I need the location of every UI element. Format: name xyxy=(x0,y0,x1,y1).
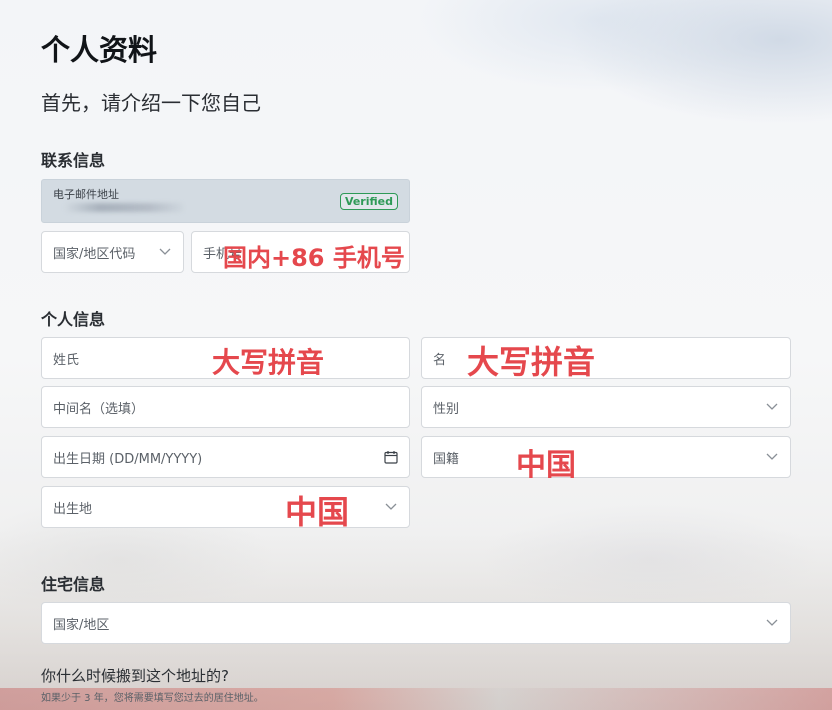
email-label: 电子邮件地址 xyxy=(53,188,119,201)
chevron-down-icon xyxy=(765,450,779,464)
calendar-icon[interactable] xyxy=(384,450,398,464)
country-code-select[interactable]: 国家/地区代码 xyxy=(41,231,184,273)
verified-badge: Verified xyxy=(339,193,398,210)
chevron-down-icon xyxy=(158,245,172,259)
nationality-select[interactable]: 国籍 xyxy=(421,436,791,478)
surname-annotation: 大写拼音 xyxy=(212,346,325,379)
nationality-annotation: 中国 xyxy=(516,448,576,483)
birthplace-annotation: 中国 xyxy=(285,493,350,531)
middle-name-placeholder: 中间名（选填） xyxy=(53,401,145,417)
gender-placeholder: 性别 xyxy=(433,401,460,417)
chevron-down-icon xyxy=(765,616,779,630)
chevron-down-icon xyxy=(384,500,398,514)
gender-select[interactable]: 性别 xyxy=(421,386,791,428)
residence-section-title: 住宅信息 xyxy=(41,575,106,594)
dob-placeholder: 出生日期 (DD/MM/YYYY) xyxy=(53,451,203,467)
country-code-placeholder: 国家/地区代码 xyxy=(53,246,136,262)
given-name-annotation: 大写拼音 xyxy=(467,343,596,381)
move-in-question: 你什么时候搬到这个地址的? xyxy=(41,667,229,685)
phone-annotation: 国内+86 手机号 xyxy=(223,244,405,272)
page-title: 个人资料 xyxy=(41,33,158,67)
email-value-blurred xyxy=(64,203,184,212)
middle-name-input[interactable]: 中间名（选填） xyxy=(41,386,410,428)
page-subtitle: 首先，请介绍一下您自己 xyxy=(41,91,261,115)
email-field: 电子邮件地址 Verified xyxy=(41,179,410,223)
birthplace-select[interactable]: 出生地 xyxy=(41,486,410,528)
move-in-hint: 如果少于 3 年，您将需要填写您过去的居住地址。 xyxy=(41,693,264,704)
chevron-down-icon xyxy=(765,400,779,414)
dob-input[interactable]: 出生日期 (DD/MM/YYYY) xyxy=(41,436,410,478)
contact-section-title: 联系信息 xyxy=(41,151,106,170)
nationality-placeholder: 国籍 xyxy=(433,451,460,467)
residence-country-placeholder: 国家/地区 xyxy=(53,617,110,633)
residence-country-select[interactable]: 国家/地区 xyxy=(41,602,791,644)
personal-section-title: 个人信息 xyxy=(41,310,106,329)
